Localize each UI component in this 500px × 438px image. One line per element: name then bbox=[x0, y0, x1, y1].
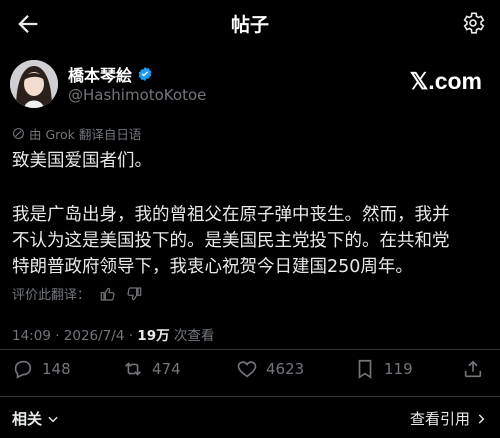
translation-label: 由 Grok 翻译自日语 bbox=[29, 127, 142, 142]
share-icon bbox=[464, 360, 482, 378]
bookmark-count: 119 bbox=[384, 360, 413, 378]
chevron-right-icon bbox=[478, 413, 485, 424]
x-brand-logo: 𝕏.com bbox=[409, 68, 482, 94]
gear-icon[interactable] bbox=[460, 10, 486, 36]
post-meta: 14:09 · 2026/7/4 · 19万 次查看 bbox=[12, 324, 214, 344]
rate-translation: 评价此翻译： bbox=[12, 284, 142, 303]
share-button[interactable] bbox=[462, 358, 484, 380]
related-section-header[interactable]: 相关 bbox=[12, 408, 60, 429]
rate-translation-label: 评价此翻译： bbox=[12, 288, 91, 303]
action-bar: 148 474 4623 119 bbox=[0, 358, 500, 388]
related-label: 相关 bbox=[12, 410, 43, 428]
like-button[interactable]: 4623 bbox=[236, 358, 304, 380]
divider bbox=[0, 396, 500, 397]
heart-icon bbox=[237, 361, 257, 378]
view-quotes-link[interactable]: 查看引用 bbox=[410, 408, 488, 429]
verified-badge-icon bbox=[138, 67, 152, 81]
reply-button[interactable]: 148 bbox=[12, 358, 71, 380]
top-bar: 帖子 bbox=[0, 0, 500, 48]
post-timestamp[interactable]: 14:09 · 2026/7/4 · bbox=[12, 328, 137, 344]
repost-button[interactable]: 474 bbox=[122, 358, 181, 380]
reply-count: 148 bbox=[42, 360, 71, 378]
author-name-row[interactable]: 橋本琴絵 bbox=[68, 62, 153, 86]
bookmark-icon bbox=[358, 359, 372, 379]
repost-count: 474 bbox=[152, 360, 181, 378]
like-count: 4623 bbox=[266, 360, 305, 378]
view-label: 次查看 bbox=[169, 328, 215, 344]
author-handle[interactable]: @HashimotoKotoe bbox=[68, 86, 206, 104]
bookmark-button[interactable]: 119 bbox=[354, 358, 413, 380]
post-text-paragraph: 我是广岛出身，我的曾祖父在原子弹中丧生。然而，我并 不认为这是美国投下的。是美国… bbox=[12, 205, 450, 277]
view-quotes-label: 查看引用 bbox=[409, 410, 470, 428]
chevron-down-icon bbox=[48, 416, 58, 422]
thumbs-up-icon[interactable] bbox=[100, 286, 116, 302]
author-name[interactable]: 橋本琴絵 bbox=[68, 62, 132, 86]
avatar[interactable] bbox=[10, 60, 58, 108]
reply-icon bbox=[14, 360, 32, 379]
view-count: 19万 bbox=[137, 328, 170, 344]
grok-icon bbox=[13, 128, 24, 139]
translation-notice[interactable]: 由 Grok 翻译自日语 bbox=[12, 124, 141, 143]
page-title: 帖子 bbox=[230, 14, 269, 36]
post-text-line1: 致美国爱国者们。 bbox=[12, 151, 152, 171]
repost-icon bbox=[125, 362, 141, 376]
divider bbox=[0, 349, 500, 350]
thumbs-down-icon[interactable] bbox=[126, 286, 142, 302]
